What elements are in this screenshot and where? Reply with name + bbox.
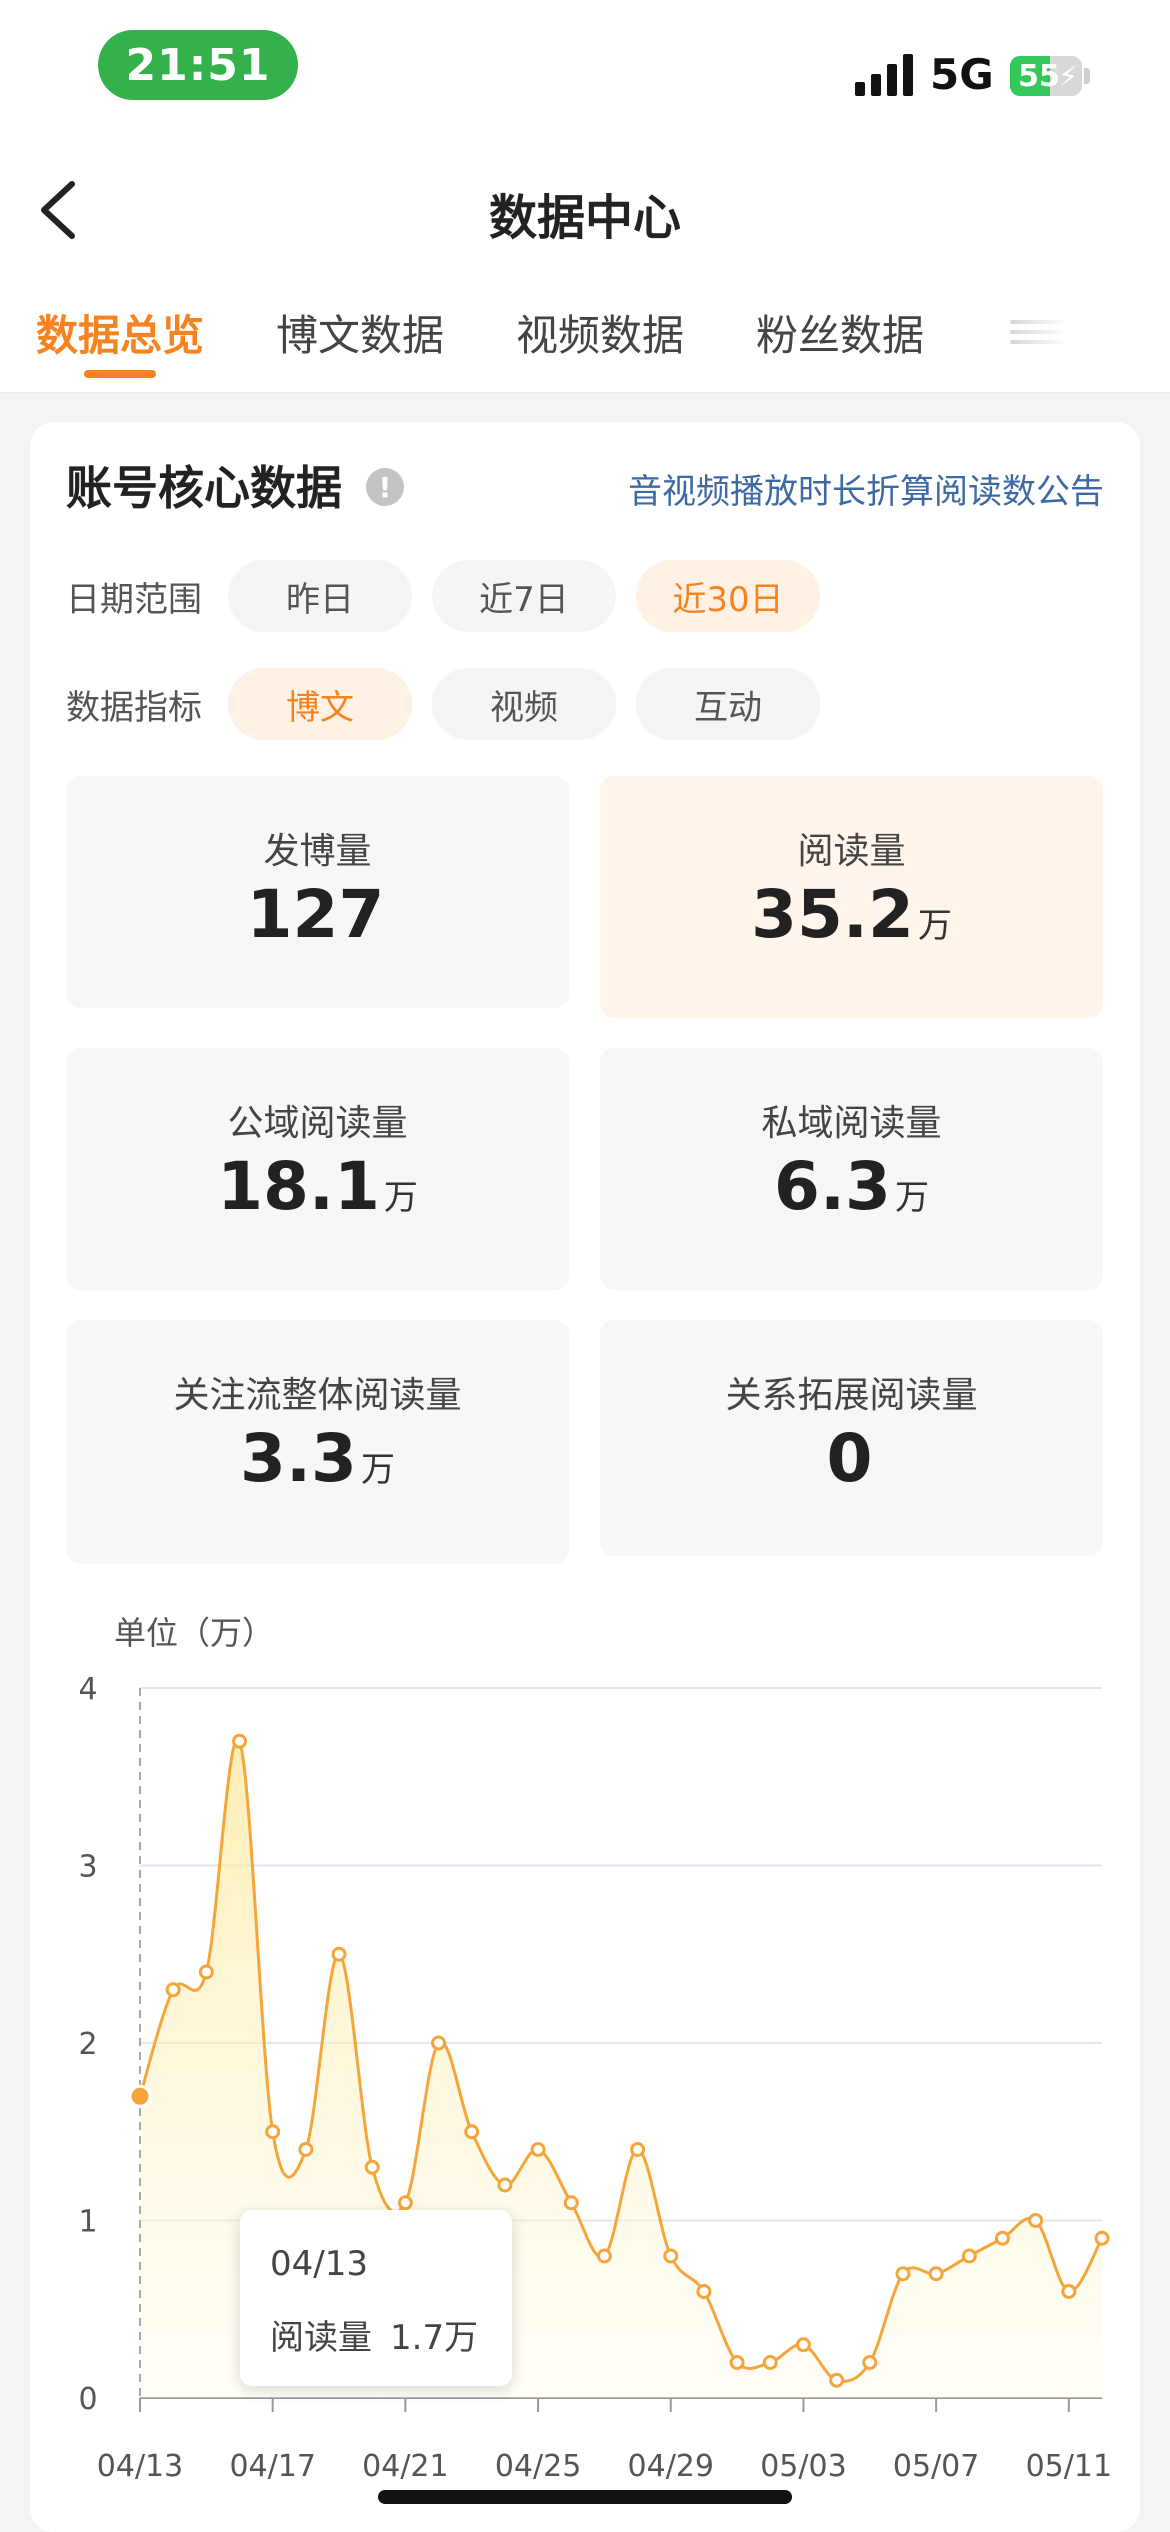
data-point[interactable] (829, 2372, 845, 2388)
stat-private-reads[interactable]: 私域阅读量 6.3 万 (600, 1048, 1103, 1290)
data-point[interactable] (630, 2142, 646, 2157)
charging-icon: ⚡ (1058, 60, 1078, 93)
battery-icon: 55 ⚡ (1010, 56, 1082, 96)
data-point[interactable] (928, 2266, 944, 2282)
data-point[interactable] (128, 2084, 152, 2108)
data-point[interactable] (663, 2248, 679, 2264)
x-tick-label: 05/03 (760, 2449, 846, 2484)
data-point[interactable] (1061, 2284, 1077, 2299)
status-time: 21:51 (98, 30, 298, 100)
x-tick-label: 04/29 (628, 2449, 714, 2484)
stat-label: 关注流整体阅读量 (173, 1375, 462, 1416)
chip-interaction[interactable]: 互动 (636, 668, 820, 740)
stat-public-reads[interactable]: 公域阅读量 18.1 万 (66, 1048, 569, 1290)
x-tick-label: 04/17 (229, 2449, 315, 2484)
stat-value: 3.3 万 (240, 1420, 395, 1497)
chart-tooltip: 04/13 阅读量 1.7万 (240, 2210, 512, 2386)
x-tick-label: 05/07 (893, 2449, 979, 2484)
chip-posts[interactable]: 博文 (228, 668, 412, 740)
stat-label: 关系拓展阅读量 (725, 1375, 978, 1416)
tooltip-date: 04/13 (270, 2244, 368, 2284)
data-point[interactable] (729, 2355, 745, 2370)
data-point[interactable] (265, 2124, 281, 2140)
tab-overview[interactable]: 数据总览 (36, 302, 204, 363)
y-tick-label: 3 (78, 1850, 97, 1885)
data-point[interactable] (1028, 2213, 1044, 2228)
tab-posts[interactable]: 博文数据 (276, 302, 444, 363)
page-title: 数据中心 (488, 190, 681, 246)
tab-videos[interactable]: 视频数据 (516, 302, 684, 363)
stat-value: 0 (826, 1420, 873, 1497)
x-tick-label: 04/21 (362, 2449, 448, 2484)
stat-value: 6.3 万 (774, 1148, 929, 1225)
data-point[interactable] (961, 2248, 977, 2264)
x-tick-label: 05/11 (1026, 2449, 1112, 2484)
nav-bar: 数据中心 (0, 140, 1170, 280)
data-point[interactable] (862, 2355, 878, 2370)
data-point[interactable] (331, 1946, 347, 1962)
chip-video[interactable]: 视频 (432, 668, 616, 740)
y-tick-label: 1 (78, 2205, 97, 2240)
tooltip-label: 阅读量 (270, 2318, 372, 2358)
y-tick-label: 4 (78, 1672, 97, 1707)
tab-bar: 数据总览 博文数据 视频数据 粉丝数据 (0, 280, 1170, 393)
card-title: 账号核心数据 (66, 461, 342, 515)
chip-last-30-days[interactable]: 近30日 (636, 560, 820, 632)
stat-value: 127 (246, 876, 385, 953)
data-point[interactable] (232, 1733, 248, 1749)
y-tick-label: 0 (78, 2382, 97, 2417)
status-bar: 21:51 5G 55 ⚡ (0, 0, 1170, 140)
stat-label: 私域阅读量 (761, 1103, 942, 1144)
data-point[interactable] (895, 2266, 911, 2282)
stat-label: 阅读量 (797, 831, 906, 872)
metric-label: 数据指标 (66, 688, 202, 728)
data-point[interactable] (464, 2124, 480, 2140)
stat-follow-feed-reads[interactable]: 关注流整体阅读量 3.3 万 (66, 1320, 569, 1564)
tooltip-row: 阅读量 1.7万 (270, 2310, 478, 2359)
stat-label: 公域阅读量 (227, 1103, 408, 1144)
tooltip-value: 1.7万 (390, 2318, 479, 2358)
x-tick-label: 04/13 (97, 2449, 183, 2484)
data-point[interactable] (1094, 2230, 1110, 2246)
data-point[interactable] (198, 1964, 214, 1980)
stat-read-count[interactable]: 阅读量 35.2 万 (600, 776, 1103, 1018)
stat-label: 发博量 (263, 831, 372, 872)
data-point[interactable] (530, 2142, 546, 2157)
y-tick-label: 2 (78, 2027, 97, 2062)
stat-post-count[interactable]: 发博量 127 (66, 776, 569, 1008)
chip-last-7-days[interactable]: 近7日 (432, 560, 616, 632)
home-indicator[interactable] (378, 2490, 792, 2504)
tab-fans[interactable]: 粉丝数据 (756, 302, 924, 363)
data-point[interactable] (298, 2142, 314, 2157)
data-point[interactable] (696, 2284, 712, 2299)
data-point[interactable] (497, 2177, 513, 2193)
date-range-label: 日期范围 (66, 580, 202, 620)
data-point[interactable] (165, 1982, 181, 1998)
data-point[interactable] (994, 2230, 1010, 2246)
data-point[interactable] (795, 2337, 811, 2353)
signal-icon (855, 54, 913, 96)
battery-cap (1084, 68, 1090, 84)
info-icon[interactable]: ! (366, 468, 404, 506)
data-point[interactable] (431, 2035, 447, 2051)
network-type: 5G (930, 50, 994, 99)
stat-relation-reads[interactable]: 关系拓展阅读量 0 (600, 1320, 1103, 1556)
chip-yesterday[interactable]: 昨日 (228, 560, 412, 632)
stat-value: 35.2 万 (751, 876, 952, 953)
data-point[interactable] (397, 2195, 413, 2211)
core-data-card: 账号核心数据 ! 音视频播放时长折算阅读数公告 日期范围 昨日 近7日 近30日… (30, 422, 1140, 2532)
tab-fade (1000, 316, 1170, 356)
data-point[interactable] (596, 2248, 612, 2264)
read-trend-chart[interactable]: 0 1 2 3 4 04/13 04/17 04/21 04/25 04/29 05/03 05/0… (30, 1642, 1140, 2532)
notice-link[interactable]: 音视频播放时长折算阅读数公告 (628, 464, 1104, 513)
stat-value: 18.1 万 (217, 1148, 418, 1225)
tab-active-indicator (84, 370, 156, 378)
data-point[interactable] (762, 2355, 778, 2370)
data-point[interactable] (563, 2195, 579, 2211)
x-tick-label: 04/25 (495, 2449, 581, 2484)
data-point[interactable] (364, 2159, 380, 2175)
